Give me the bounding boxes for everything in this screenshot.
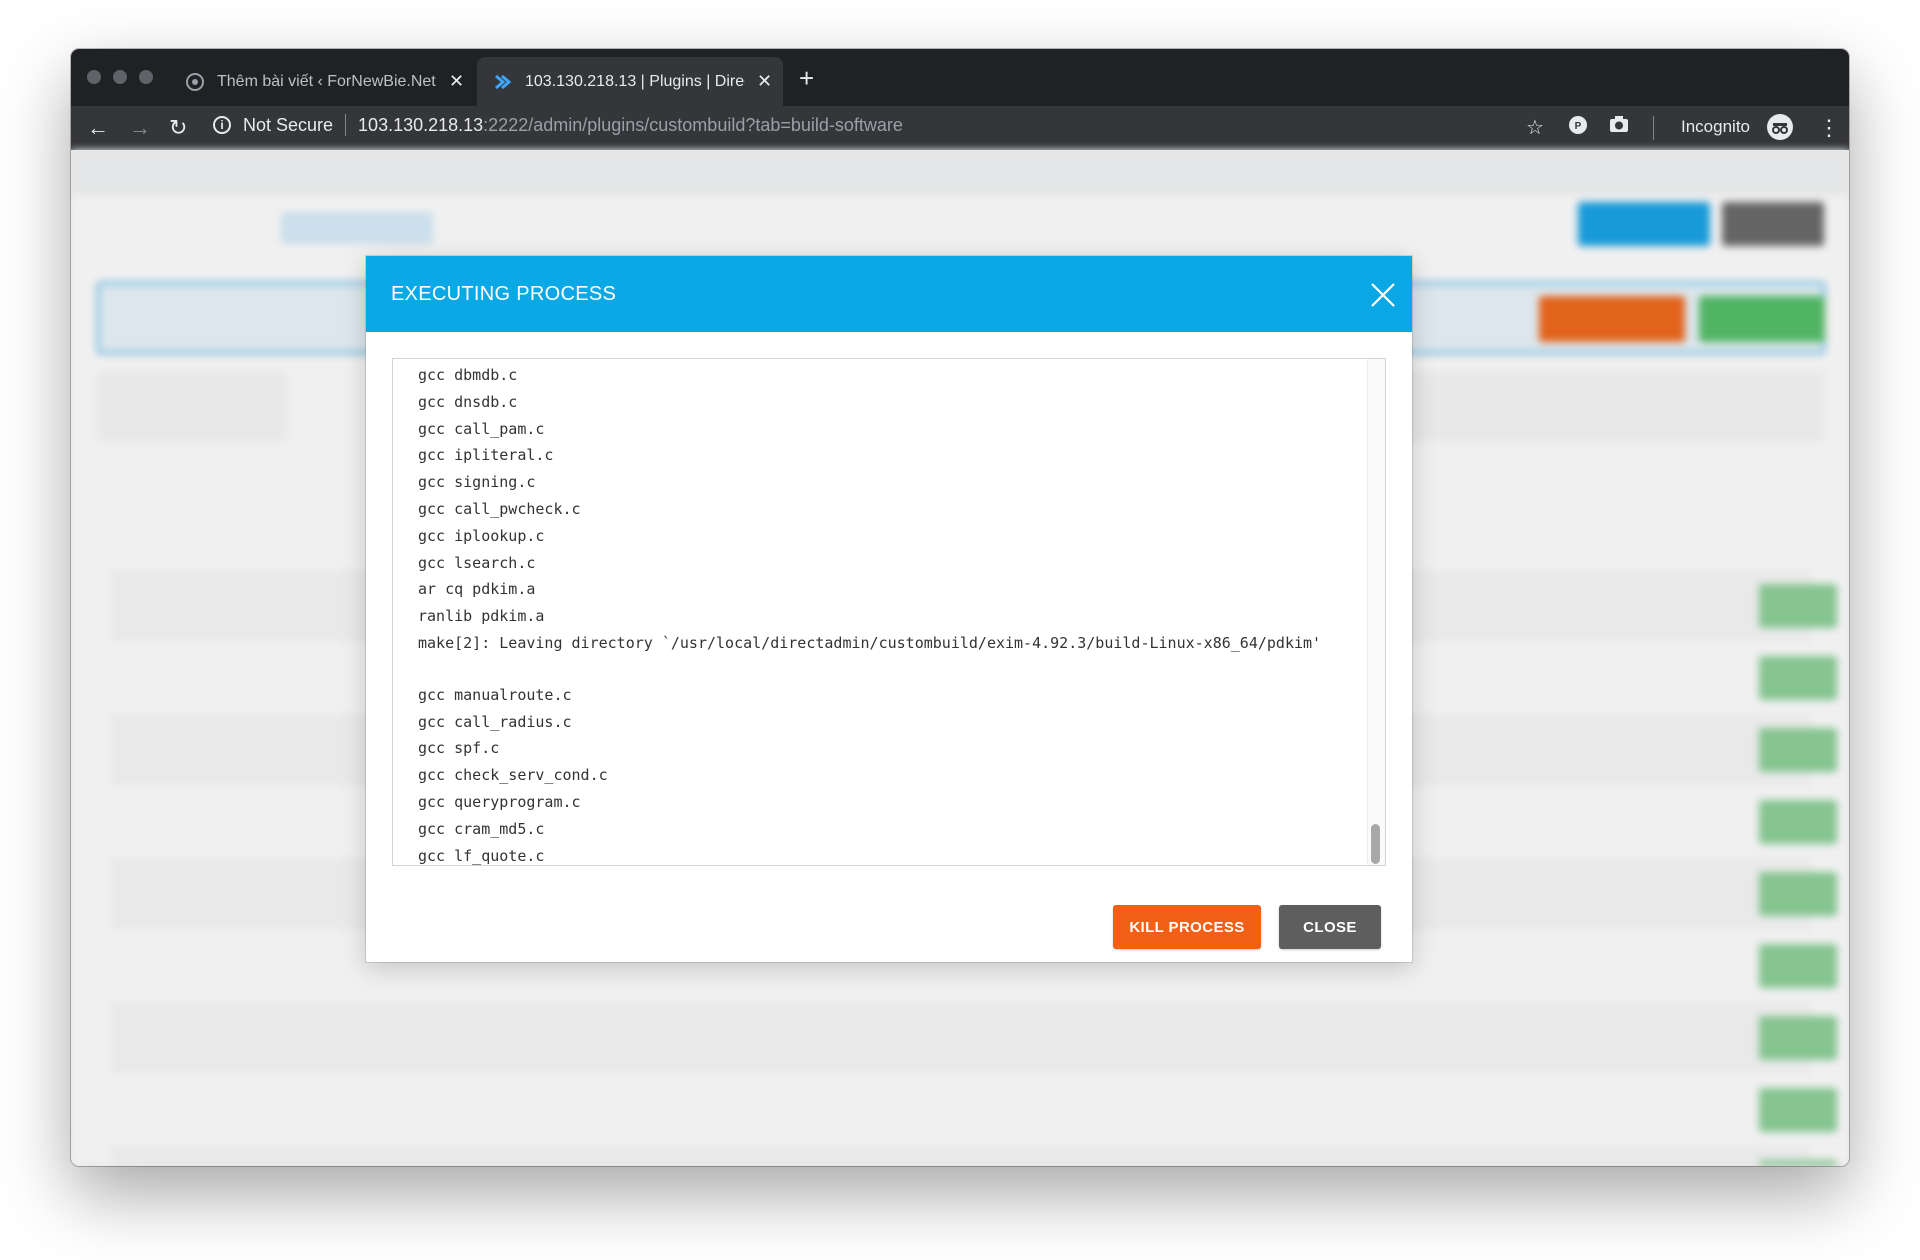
- console-line: gcc call_pwcheck.c: [418, 499, 581, 518]
- tab-bar: Thêm bài viết ‹ ForNewBie.Net ✕ 103.130.…: [71, 49, 1849, 106]
- menu-kebab-icon[interactable]: ⋮: [1818, 115, 1840, 141]
- window-close-dot[interactable]: [87, 70, 101, 84]
- console-line: ranlib pdkim.a: [418, 607, 545, 626]
- process-output-console[interactable]: gcc dbmdb.c gcc dnsdb.c gcc call_pam.cgcc …: [392, 358, 1386, 866]
- browser-tab-title: 103.130.218.13 | Plugins | DirectAdmin: [525, 72, 745, 90]
- console-line: gcc call_pam.c: [418, 419, 545, 438]
- console-line: gcc queryprogram.c: [418, 792, 581, 811]
- browser-tab-title: Thêm bài viết ‹ ForNewBie.Net: [217, 72, 436, 90]
- url-field[interactable]: i Not Secure 103.130.218.13 :2222/admin/…: [213, 114, 903, 136]
- console-line: gcc call_radius.c: [418, 712, 572, 731]
- console-line: gcc lsearch.c: [418, 553, 536, 572]
- toolbar-separator: [1653, 116, 1654, 140]
- extension-icon[interactable]: P: [1568, 115, 1588, 141]
- browser-tab-directadmin[interactable]: 103.130.218.13 | Plugins | DirectAdmin ✕: [477, 57, 783, 106]
- console-line: gcc dbmdb.c: [418, 366, 518, 384]
- window-minimize-dot[interactable]: [113, 70, 127, 84]
- modal-title: EXECUTING PROCESS: [391, 283, 617, 305]
- camera-icon[interactable]: [1609, 115, 1629, 139]
- incognito-label: Incognito: [1681, 117, 1750, 136]
- executing-process-modal: EXECUTING PROCESS gcc dbmdb.c gcc dnsdb.c…: [366, 256, 1412, 962]
- url-path: :2222/admin/plugins/custombuild?tab=buil…: [483, 114, 903, 135]
- directadmin-icon: [493, 72, 513, 92]
- close-icon[interactable]: ✕: [449, 71, 464, 92]
- url-separator: [345, 114, 347, 136]
- console-line: gcc cram_md5.c: [418, 819, 545, 838]
- close-button[interactable]: CLOSE: [1279, 905, 1381, 949]
- scrollbar-track[interactable]: [1367, 359, 1385, 865]
- console-line: gcc lf_quote.c: [418, 846, 545, 865]
- wordpress-icon: [185, 72, 205, 92]
- console-line: gcc check_serv_cond.c: [418, 766, 608, 785]
- scrollbar-thumb[interactable]: [1371, 824, 1380, 864]
- window-zoom-dot[interactable]: [139, 70, 153, 84]
- url-host: 103.130.218.13: [358, 114, 484, 135]
- close-icon[interactable]: [1370, 282, 1396, 308]
- address-bar: ← → ↻ i Not Secure 103.130.218.13 :2222/…: [71, 106, 1849, 150]
- reload-icon[interactable]: ↻: [169, 115, 187, 141]
- browser-tab-fornewbie[interactable]: Thêm bài viết ‹ ForNewBie.Net ✕: [169, 57, 477, 106]
- close-icon[interactable]: ✕: [757, 71, 772, 92]
- console-line: gcc manualroute.c: [418, 685, 572, 704]
- forward-arrow-icon[interactable]: →: [129, 115, 151, 141]
- console-line: gcc spf.c: [418, 739, 500, 758]
- new-tab-plus-icon[interactable]: +: [799, 63, 814, 94]
- back-arrow-icon[interactable]: ←: [87, 115, 109, 141]
- info-icon[interactable]: i: [213, 116, 231, 134]
- console-line: gcc iplookup.c: [418, 526, 545, 545]
- console-output: gcc dbmdb.c gcc dnsdb.c gcc call_pam.cgcc …: [418, 362, 1368, 865]
- bookmark-star-icon[interactable]: ☆: [1526, 115, 1544, 140]
- console-line: gcc signing.c: [418, 473, 536, 492]
- security-label: Not Secure: [243, 114, 334, 135]
- svg-text:P: P: [1575, 121, 1582, 132]
- kill-process-button[interactable]: KILL PROCESS: [1113, 905, 1261, 949]
- console-line: make[2]: Leaving directory `/usr/local/d…: [418, 633, 1322, 652]
- console-line: ar cq pdkim.a: [418, 580, 536, 599]
- modal-header: EXECUTING PROCESS: [366, 256, 1412, 332]
- console-line: gcc dnsdb.c: [418, 392, 518, 411]
- incognito-icon[interactable]: [1767, 114, 1793, 140]
- console-line: gcc ipliteral.c: [418, 446, 554, 465]
